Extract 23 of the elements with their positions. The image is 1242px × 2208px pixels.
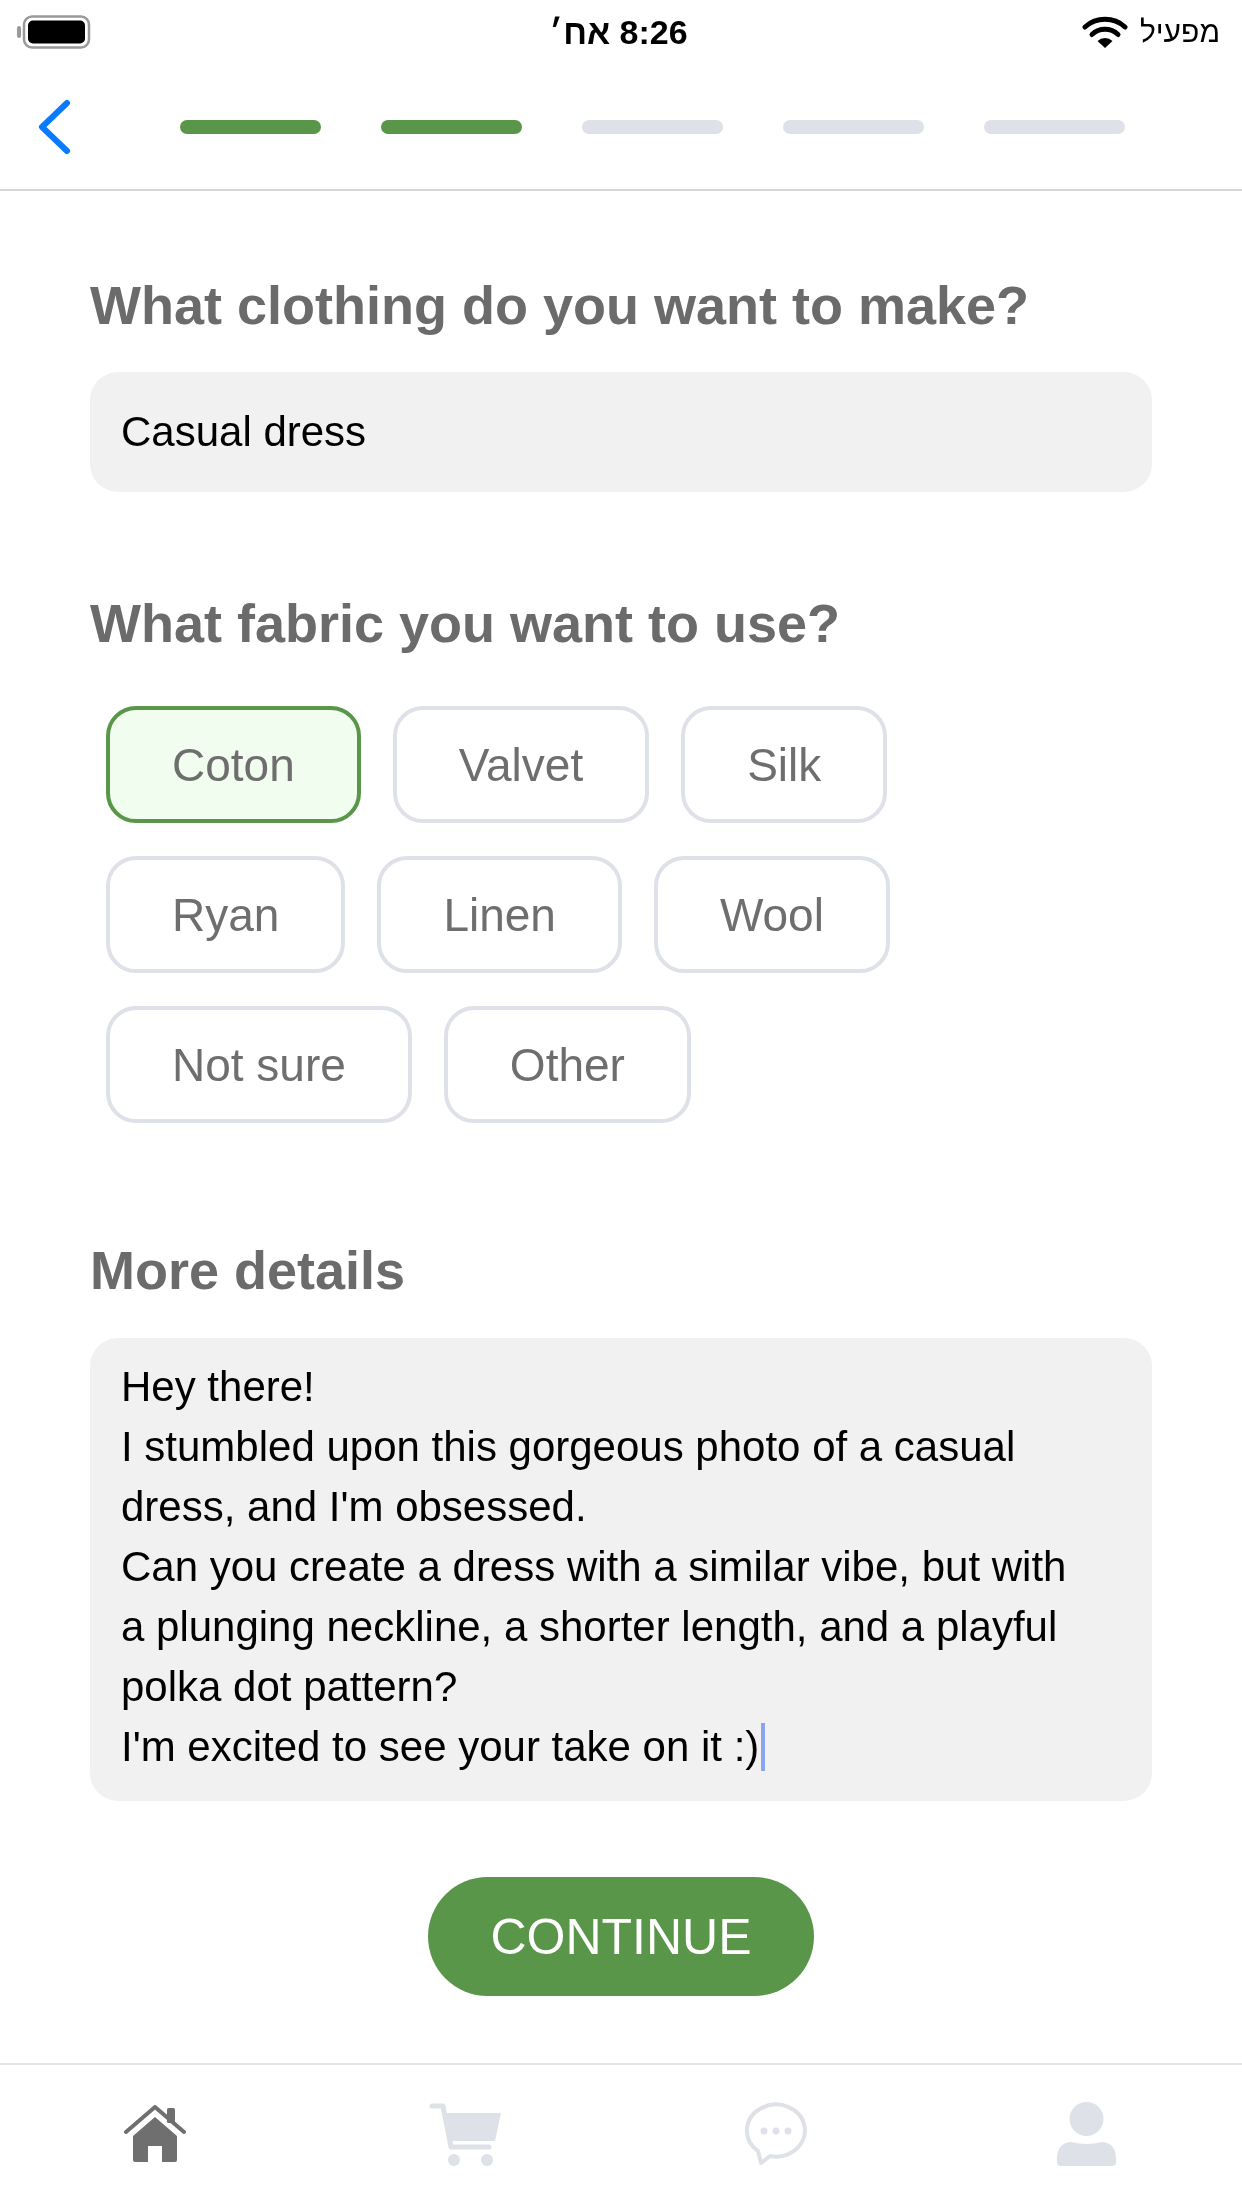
fabric-chip[interactable]: Other <box>443 1006 691 1123</box>
continue-button[interactable]: CONTINUE <box>428 1877 814 1996</box>
battery-icon <box>17 15 91 49</box>
fabric-question: What fabric you want to use? <box>90 593 841 653</box>
carrier-name: מפעיל <box>1139 15 1220 49</box>
fabric-chip[interactable]: Valvet <box>392 706 650 823</box>
fabric-chip[interactable]: Not sure <box>106 1006 412 1123</box>
wifi-icon <box>1081 15 1128 49</box>
clothing-question: What clothing do you want to make? <box>90 275 1029 335</box>
home-icon <box>123 2105 188 2163</box>
fabric-chip[interactable]: Ryan <box>106 856 346 973</box>
chat-bubble-icon <box>743 2101 810 2167</box>
chevron-left-icon <box>36 98 72 155</box>
details-label: More details <box>90 1240 406 1300</box>
status-time: 8:26 אח׳ <box>549 12 688 52</box>
fabric-chip[interactable]: Silk <box>681 706 888 823</box>
back-button[interactable] <box>36 98 72 155</box>
fabric-chip[interactable]: Wool <box>653 856 890 973</box>
fabric-chip[interactable]: Coton <box>106 706 361 823</box>
clothing-input[interactable]: Casual dress <box>90 372 1152 492</box>
cart-icon <box>428 2101 503 2167</box>
details-text-area[interactable]: Hey there! I stumbled upon this gorgeous photo of a casual dress, and I'm obsessed. Can you create a dress with a similar vibe, but with a plunging neckline, a shorter length, and a playful polka dot pattern? I'm excited to see your take on it :) <box>90 1338 1152 1801</box>
fabric-chip[interactable]: Linen <box>377 856 622 973</box>
